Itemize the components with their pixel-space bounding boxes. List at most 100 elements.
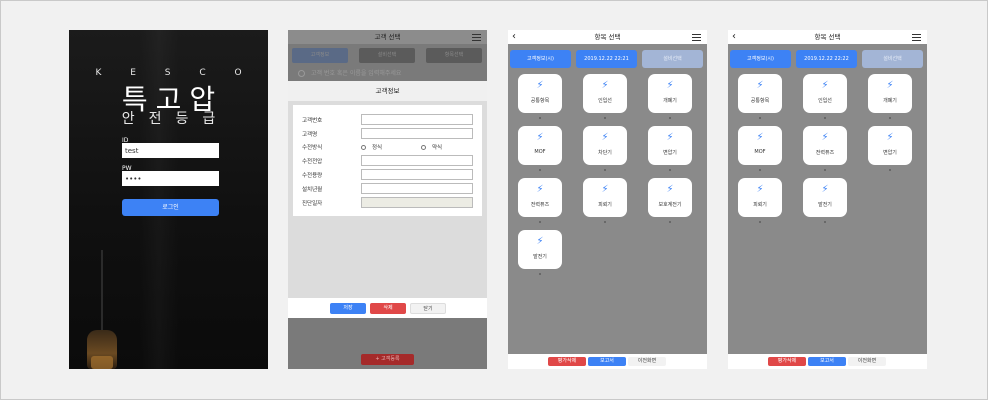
tab-customer-info[interactable]: 고객정보 <box>292 48 348 63</box>
item-tile[interactable]: ⚡ 발전기 <box>518 230 562 269</box>
item-tile[interactable]: ⚡ 피뢰기 <box>583 178 627 217</box>
lightning-icon: ⚡ <box>756 132 764 143</box>
item-tile[interactable]: ⚡ 전력퓨즈 <box>518 178 562 217</box>
customer-form: 고객번호 고객명 수전방식 정식 약식 수전전압 수전용량 설치년월 진단일자 <box>293 105 482 216</box>
lightning-icon: ⚡ <box>536 132 544 143</box>
customer-name-input[interactable] <box>361 128 473 139</box>
item-tile[interactable]: ⚡ 피뢰기 <box>738 178 782 217</box>
item-tile-label: 공통항목 <box>750 98 770 104</box>
status-dot <box>539 169 541 171</box>
tab-customer-info[interactable]: 고객정보(시) <box>510 50 571 68</box>
lamp-wire <box>101 250 103 340</box>
item-tile-label: MOF <box>534 149 546 155</box>
item-tile-label: MOF <box>754 149 766 155</box>
item-tile[interactable]: ⚡ 보호계전기 <box>648 178 692 217</box>
item-tile-label: 차단기 <box>598 150 612 156</box>
lightning-icon: ⚡ <box>821 184 829 195</box>
brand-letters: K E S C O <box>95 68 255 78</box>
item-tile-label: 발전기 <box>818 202 832 208</box>
status-dot <box>604 169 606 171</box>
lightning-icon: ⚡ <box>821 132 829 143</box>
report-button[interactable]: 보고서 <box>808 357 846 366</box>
status-dot <box>539 221 541 223</box>
item-tile[interactable]: ⚡ 공통항목 <box>518 74 562 113</box>
tab-equipment[interactable]: 설비선택 <box>642 50 703 68</box>
item-tile[interactable]: ⚡ 변압기 <box>648 126 692 165</box>
radio-simple[interactable]: 약식 <box>421 143 442 151</box>
previous-screen-button[interactable]: 이전화면 <box>848 357 886 366</box>
status-dot <box>539 117 541 119</box>
login-button[interactable]: 로그인 <box>122 199 219 216</box>
status-dot <box>604 117 606 119</box>
hamburger-menu-icon[interactable] <box>692 34 701 41</box>
item-tile[interactable]: ⚡ 발전기 <box>803 178 847 217</box>
lightning-icon: ⚡ <box>666 184 674 195</box>
lightning-icon: ⚡ <box>601 132 609 143</box>
voltage-input[interactable] <box>361 155 473 166</box>
item-tile[interactable]: ⚡ MOF <box>738 126 782 165</box>
install-date-input[interactable] <box>361 183 473 194</box>
register-customer-button[interactable]: + 고객등록 <box>361 354 414 365</box>
item-tile[interactable]: ⚡ 개폐기 <box>648 74 692 113</box>
tab-date[interactable]: 2019.12.22 22:21 <box>576 50 637 68</box>
page-title: 항목 선택 <box>508 30 707 44</box>
tab-bar: 고객정보(시) 2019.12.22 22:21 설비선택 <box>508 50 707 69</box>
pw-input[interactable] <box>122 171 219 186</box>
footer-bar: 평가삭제 보고서 이전화면 <box>728 354 927 369</box>
item-tile[interactable]: ⚡ 개폐기 <box>868 74 912 113</box>
customer-number-input[interactable] <box>361 114 473 125</box>
lightning-icon: ⚡ <box>886 132 894 143</box>
item-tile-label: 개폐기 <box>883 98 897 104</box>
previous-screen-button[interactable]: 이전화면 <box>628 357 666 366</box>
hamburger-menu-icon[interactable] <box>912 34 921 41</box>
status-dot <box>889 117 891 119</box>
item-tile[interactable]: ⚡ 변압기 <box>868 126 912 165</box>
tab-equipment[interactable]: 설비선택 <box>359 48 415 63</box>
delete-button[interactable]: 삭제 <box>370 303 406 314</box>
radio-regular[interactable]: 정식 <box>361 143 382 151</box>
item-tile-label: 보호계전기 <box>658 202 682 208</box>
back-arrow-icon[interactable]: ‹ <box>732 32 736 42</box>
status-dot <box>759 221 761 223</box>
capacity-input[interactable] <box>361 169 473 180</box>
status-dot <box>669 169 671 171</box>
back-arrow-icon[interactable]: ‹ <box>512 32 516 42</box>
field-label: 진단일자 <box>302 201 323 207</box>
field-label: 수전용량 <box>302 173 323 179</box>
save-button[interactable]: 저장 <box>330 303 366 314</box>
item-tile[interactable]: ⚡ 공통항목 <box>738 74 782 113</box>
app-subtitle: 안전등급 <box>121 111 230 127</box>
delete-evaluation-button[interactable]: 평가삭제 <box>548 357 586 366</box>
tab-bar: 고객정보 설비선택 항목선택 <box>292 48 483 63</box>
id-input[interactable] <box>122 143 219 158</box>
report-button[interactable]: 보고서 <box>588 357 626 366</box>
lamp-glow <box>91 356 113 369</box>
status-dot <box>669 117 671 119</box>
items-screen-a: 항목 선택 ‹ 고객정보(시) 2019.12.22 22:21 설비선택 ⚡ 공… <box>508 30 707 369</box>
item-tile-label: 전력퓨즈 <box>815 150 835 156</box>
lightning-icon: ⚡ <box>601 80 609 91</box>
item-tile[interactable]: ⚡ 인입선 <box>803 74 847 113</box>
lightning-icon: ⚡ <box>666 80 674 91</box>
close-button[interactable]: 닫기 <box>410 303 446 314</box>
item-tile[interactable]: ⚡ 전력퓨즈 <box>803 126 847 165</box>
item-tile[interactable]: ⚡ MOF <box>518 126 562 165</box>
lightning-icon: ⚡ <box>756 80 764 91</box>
radio-circle-icon <box>421 144 426 150</box>
delete-evaluation-button[interactable]: 평가삭제 <box>768 357 806 366</box>
status-dot <box>669 221 671 223</box>
tab-equipment[interactable]: 설비선택 <box>862 50 923 68</box>
status-dot <box>889 169 891 171</box>
hamburger-menu-icon[interactable] <box>472 34 481 41</box>
tab-customer-info[interactable]: 고객정보(시) <box>730 50 791 68</box>
item-tile[interactable]: ⚡ 인입선 <box>583 74 627 113</box>
tab-items[interactable]: 항목선택 <box>426 48 482 63</box>
tab-date[interactable]: 2019.12.22 22:22 <box>796 50 857 68</box>
diagnosis-date-input <box>361 197 473 208</box>
lightning-icon: ⚡ <box>536 184 544 195</box>
tab-bar: 고객정보(시) 2019.12.22 22:22 설비선택 <box>728 50 927 69</box>
status-dot <box>539 273 541 275</box>
item-tile[interactable]: ⚡ 차단기 <box>583 126 627 165</box>
status-dot <box>824 221 826 223</box>
item-tile-label: 변압기 <box>883 150 897 156</box>
